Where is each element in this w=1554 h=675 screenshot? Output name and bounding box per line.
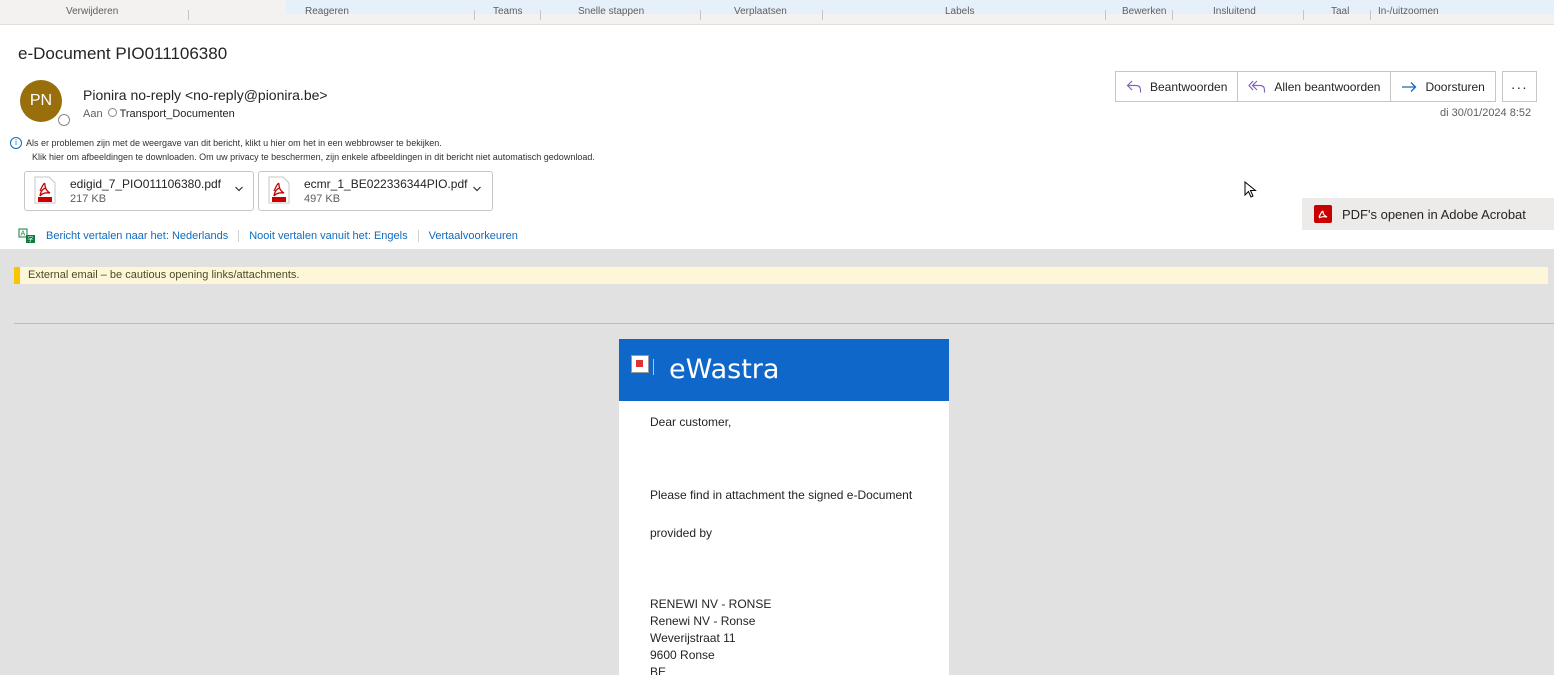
broken-image-icon[interactable]	[631, 355, 649, 373]
attachment-name: ecmr_1_BE022336344PIO.pdf	[304, 177, 468, 191]
email-content-card: eWastra Dear customer, Please find in at…	[619, 339, 949, 675]
pdf-file-icon	[268, 176, 290, 204]
recipient-presence-icon	[107, 108, 117, 117]
svg-text:A: A	[21, 230, 26, 238]
reply-all-icon	[1248, 80, 1266, 92]
to-label: Aan	[83, 108, 103, 120]
ribbon-separator	[540, 10, 541, 20]
reply-label: Beantwoorden	[1150, 79, 1228, 94]
presence-icon	[58, 114, 70, 126]
ribbon: Verwijderen Reageren Teams Snelle stappe…	[0, 0, 1554, 25]
avatar[interactable]: PN	[20, 80, 62, 122]
attachment-card[interactable]: ecmr_1_BE022336344PIO.pdf 497 KB	[258, 171, 493, 211]
ribbon-immersive[interactable]: Insluitend	[1213, 6, 1256, 18]
body-line-2: provided by	[650, 526, 713, 540]
pdf-file-icon	[34, 176, 56, 204]
avatar-initials: PN	[29, 92, 53, 109]
external-email-warning: External email – be cautious opening lin…	[14, 267, 1548, 284]
address-line: 9600 Ronse	[650, 648, 715, 662]
translate-icon: A 字	[18, 228, 35, 244]
attachment-size: 497 KB	[304, 193, 341, 205]
body-line-1: Please find in attachment the signed e-D…	[650, 488, 913, 502]
ribbon-separator	[1105, 10, 1106, 20]
info-icon: i	[10, 137, 22, 149]
message-date: di 30/01/2024 8:52	[1440, 107, 1532, 119]
reply-icon	[1126, 80, 1142, 92]
mouse-cursor-icon	[1244, 181, 1257, 198]
ribbon-respond[interactable]: Reageren	[305, 6, 349, 18]
translation-preferences-link[interactable]: Vertaalvoorkeuren	[419, 230, 528, 242]
recipient-name[interactable]: Transport_Documenten	[120, 108, 235, 120]
ribbon-separator	[1172, 10, 1173, 20]
reply-button[interactable]: Beantwoorden	[1115, 71, 1239, 102]
open-in-acrobat-button[interactable]: PDF's openen in Adobe Acrobat	[1302, 198, 1554, 230]
body-divider	[14, 323, 1554, 324]
header-separator	[653, 359, 654, 375]
ewastra-logo-text: eWastra	[669, 354, 780, 385]
ribbon-teams[interactable]: Teams	[493, 6, 522, 18]
forward-arrow-icon	[1402, 81, 1417, 92]
translate-message-link[interactable]: Bericht vertalen naar het: Nederlands	[36, 230, 240, 242]
chevron-down-icon[interactable]	[234, 185, 244, 193]
reply-all-button[interactable]: Allen beantwoorden	[1237, 71, 1392, 102]
sender-name[interactable]: Pionira no-reply <no-reply@pionira.be>	[83, 87, 328, 103]
recipient-line: Aan Transport_Documenten	[83, 108, 235, 120]
translation-bar: A 字 Bericht vertalen naar het: Nederland…	[18, 227, 528, 245]
ribbon-highlight	[286, 0, 1554, 14]
info-webbrowser-link[interactable]: Als er problemen zijn met de weergave va…	[10, 136, 595, 150]
attachment-name: edigid_7_PIO011106380.pdf	[70, 177, 222, 191]
email-header-banner: eWastra	[619, 339, 949, 401]
more-icon: ···	[1510, 78, 1528, 95]
reply-all-label: Allen beantwoorden	[1274, 79, 1381, 94]
ribbon-labels[interactable]: Labels	[945, 6, 974, 18]
ribbon-separator	[1370, 10, 1371, 20]
forward-button[interactable]: Doorsturen	[1390, 71, 1496, 102]
ribbon-edit[interactable]: Bewerken	[1122, 6, 1166, 18]
ribbon-separator	[474, 10, 475, 20]
ribbon-separator	[822, 10, 823, 20]
ribbon-separator	[700, 10, 701, 20]
address-line: RENEWI NV - RONSE	[650, 597, 772, 611]
ribbon-move[interactable]: Verplaatsen	[734, 6, 787, 18]
never-translate-link[interactable]: Nooit vertalen vanuit het: Engels	[239, 230, 419, 242]
info-download-images-link[interactable]: Klik hier om afbeeldingen te downloaden.…	[10, 150, 595, 164]
ribbon-zoom[interactable]: In-/uitzoomen	[1378, 6, 1439, 18]
message-actions: Beantwoorden Allen beantwoorden Doorstur…	[1115, 71, 1537, 102]
message-subject: e-Document PIO011106380	[18, 44, 228, 63]
attachment-size: 217 KB	[70, 193, 107, 205]
attachment-card[interactable]: edigid_7_PIO011106380.pdf 217 KB	[24, 171, 254, 211]
open-in-acrobat-label: PDF's openen in Adobe Acrobat	[1342, 206, 1526, 222]
ribbon-language[interactable]: Taal	[1331, 6, 1349, 18]
greeting-text: Dear customer,	[650, 415, 732, 429]
svg-text:字: 字	[28, 236, 34, 244]
chevron-down-icon[interactable]	[472, 185, 482, 193]
address-line: Renewi NV - Ronse	[650, 614, 756, 628]
info-notice: i Als er problemen zijn met de weergave …	[10, 136, 595, 164]
ribbon-quick-steps[interactable]: Snelle stappen	[578, 6, 644, 18]
address-line: Weverijstraat 11	[650, 631, 736, 645]
adobe-acrobat-icon	[1314, 205, 1332, 223]
ribbon-separator	[188, 10, 189, 20]
more-actions-button[interactable]: ···	[1501, 71, 1537, 102]
ribbon-delete[interactable]: Verwijderen	[66, 6, 118, 18]
address-line: BE	[650, 665, 667, 675]
forward-label: Doorsturen	[1425, 79, 1485, 94]
ribbon-separator	[1303, 10, 1304, 20]
